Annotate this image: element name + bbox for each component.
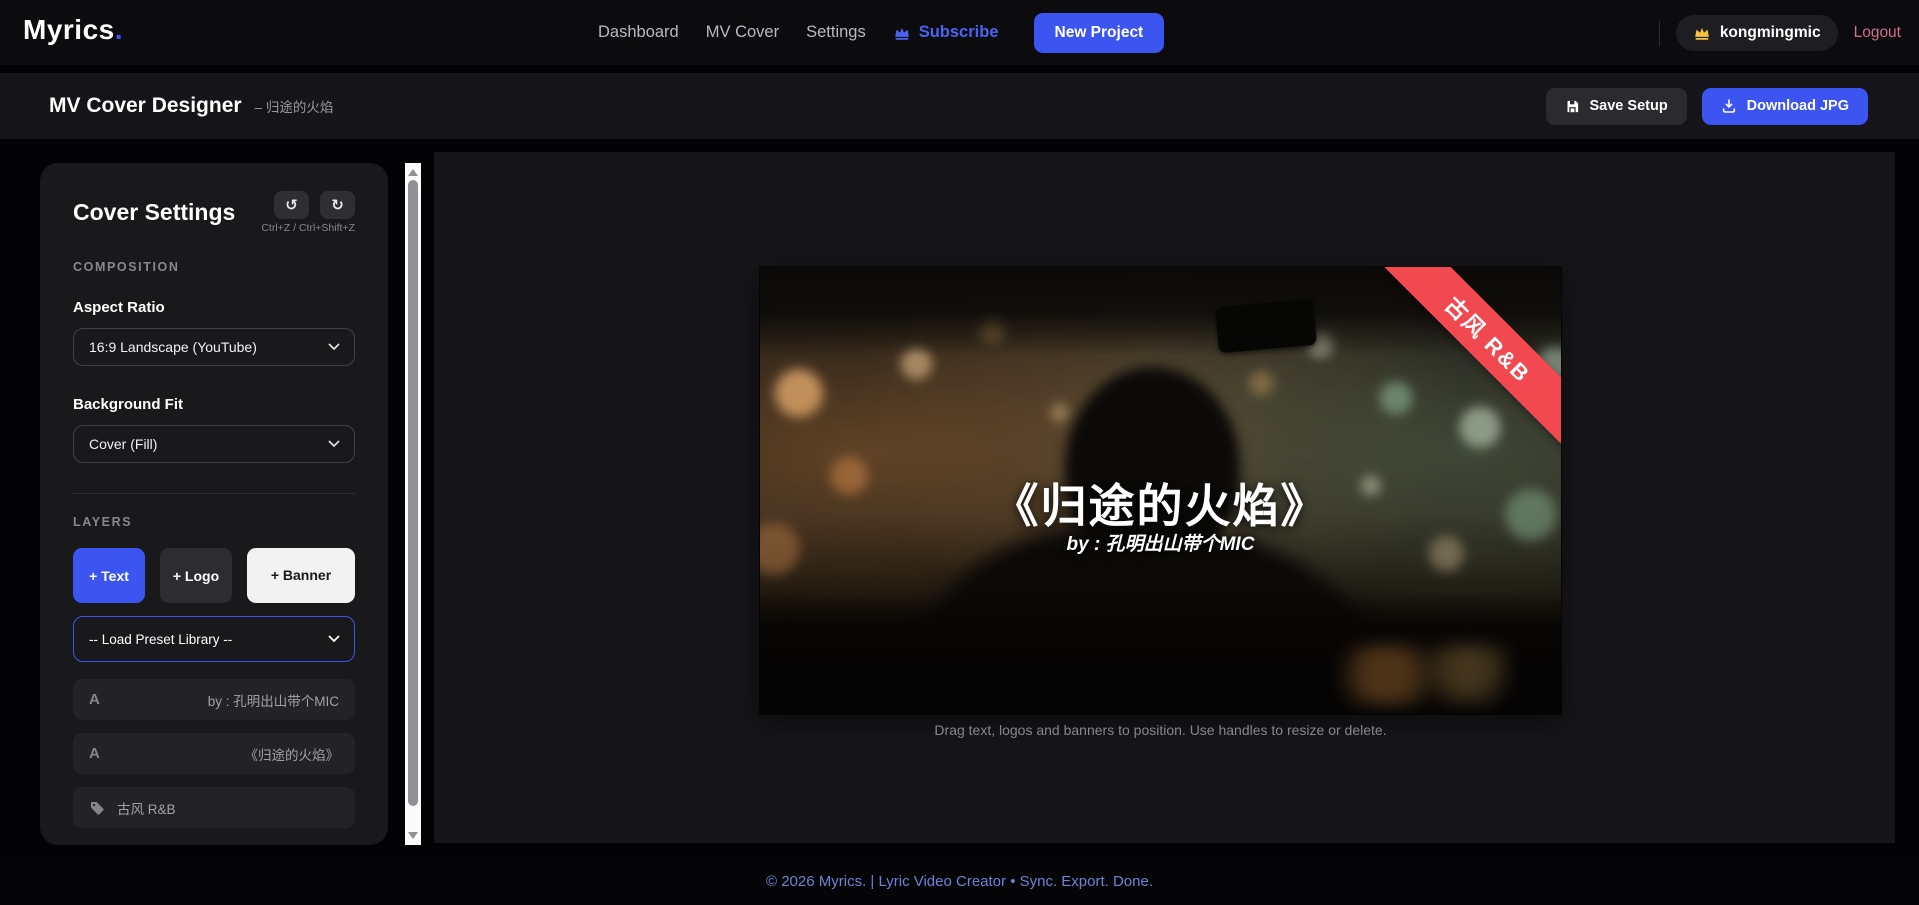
tag-icon xyxy=(89,800,105,816)
text-layer-icon: A xyxy=(89,691,100,708)
text-layer-icon: A xyxy=(89,745,100,762)
page-title: MV Cover Designer xyxy=(49,94,242,118)
cover-settings-panel: Cover Settings ↺ ↻ Ctrl+Z / Ctrl+Shift+Z… xyxy=(40,163,388,845)
cover-title-layer[interactable]: 《归途的火焰》 xyxy=(760,470,1561,536)
panel-title: Cover Settings xyxy=(73,191,235,234)
nav-item-settings[interactable]: Settings xyxy=(806,23,866,42)
nav-links: Dashboard MV Cover Settings Subscribe Ne… xyxy=(598,0,1164,65)
add-text-button[interactable]: + Text xyxy=(73,548,145,603)
composition-heading: COMPOSITION xyxy=(73,260,355,274)
background-fit-select[interactable]: Cover (Fill) xyxy=(73,425,355,463)
top-nav: Myrics. Dashboard MV Cover Settings Subs… xyxy=(0,0,1919,65)
chevron-down-icon xyxy=(328,635,340,643)
designer-toolbar: MV Cover Designer – 归途的火焰 Save Setup Dow… xyxy=(0,73,1919,139)
redo-icon: ↻ xyxy=(331,196,344,214)
history-controls: ↺ ↻ Ctrl+Z / Ctrl+Shift+Z xyxy=(261,191,355,234)
logout-link[interactable]: Logout xyxy=(1854,24,1901,42)
chevron-down-icon xyxy=(328,440,340,448)
aspect-ratio-label: Aspect Ratio xyxy=(73,299,355,316)
save-setup-label: Save Setup xyxy=(1590,98,1668,114)
download-icon xyxy=(1721,98,1737,114)
scroll-up-arrow[interactable] xyxy=(408,169,418,176)
layer-label: 古风 R&B xyxy=(117,798,176,818)
editor-area: 《归途的火焰》 by : 孔明出山带个MIC 古风 R&B Drag text,… xyxy=(434,152,1895,843)
layer-item-byline[interactable]: A by : 孔明出山带个MIC xyxy=(73,679,355,720)
save-setup-button[interactable]: Save Setup xyxy=(1546,88,1687,125)
nav-item-subscribe[interactable]: Subscribe xyxy=(893,23,999,42)
undo-icon: ↺ xyxy=(285,196,298,214)
chevron-down-icon xyxy=(328,343,340,351)
logo-dot: . xyxy=(115,14,123,45)
aspect-ratio-select[interactable]: 16:9 Landscape (YouTube) xyxy=(73,328,355,366)
background-fit-label: Background Fit xyxy=(73,396,355,413)
redo-button[interactable]: ↻ xyxy=(320,191,355,219)
section-divider xyxy=(73,493,355,494)
add-layer-buttons: + Text + Logo + Banner xyxy=(73,548,355,603)
cover-byline-layer[interactable]: by : 孔明出山带个MIC xyxy=(760,529,1561,556)
toolbar-buttons: Save Setup Download JPG xyxy=(1546,88,1869,125)
background-fit-value: Cover (Fill) xyxy=(89,436,157,452)
username: kongmingmic xyxy=(1720,24,1821,42)
panel-header: Cover Settings ↺ ↻ Ctrl+Z / Ctrl+Shift+Z xyxy=(73,191,355,234)
layer-item-banner[interactable]: 古风 R&B xyxy=(73,787,355,828)
nav-right: kongmingmic Logout xyxy=(1659,0,1901,65)
footer-text: © 2026 Myrics. | Lyric Video Creator • S… xyxy=(766,873,1153,890)
logo-text: Myrics xyxy=(23,14,115,45)
canvas-hint: Drag text, logos and banners to position… xyxy=(760,722,1561,738)
toolbar-title-group: MV Cover Designer – 归途的火焰 xyxy=(49,94,333,118)
preset-library-select[interactable]: -- Load Preset Library -- xyxy=(73,616,355,662)
layer-label: 《归途的火焰》 xyxy=(245,744,340,764)
undo-button[interactable]: ↺ xyxy=(274,191,309,219)
crown-icon xyxy=(1693,25,1711,41)
aspect-ratio-value: 16:9 Landscape (YouTube) xyxy=(89,339,257,355)
download-jpg-label: Download JPG xyxy=(1747,98,1849,114)
panel-scrollbar[interactable] xyxy=(405,163,421,845)
scrollbar-thumb[interactable] xyxy=(408,180,418,806)
nav-divider xyxy=(1659,20,1660,46)
nav-item-mv-cover[interactable]: MV Cover xyxy=(706,23,779,42)
add-logo-button[interactable]: + Logo xyxy=(160,548,232,603)
crown-icon xyxy=(893,25,911,41)
add-banner-button[interactable]: + Banner xyxy=(247,548,355,603)
layer-list: A by : 孔明出山带个MIC A 《归途的火焰》 古风 R&B xyxy=(73,679,355,828)
new-project-button[interactable]: New Project xyxy=(1034,13,1165,53)
rearview-mirror xyxy=(1215,299,1317,353)
layers-heading: LAYERS xyxy=(73,515,355,529)
app-logo[interactable]: Myrics. xyxy=(23,14,123,46)
preset-library-value: -- Load Preset Library -- xyxy=(89,632,232,647)
save-icon xyxy=(1565,99,1580,114)
nav-item-dashboard[interactable]: Dashboard xyxy=(598,23,679,42)
cover-canvas[interactable]: 《归途的火焰》 by : 孔明出山带个MIC 古风 R&B xyxy=(760,267,1561,714)
user-badge[interactable]: kongmingmic xyxy=(1676,15,1838,51)
project-subtitle: – 归途的火焰 xyxy=(255,96,334,116)
layer-item-title[interactable]: A 《归途的火焰》 xyxy=(73,733,355,774)
subscribe-label: Subscribe xyxy=(919,23,999,42)
dashboard-glow xyxy=(1333,645,1513,705)
scroll-down-arrow[interactable] xyxy=(408,832,418,839)
shortcut-hint: Ctrl+Z / Ctrl+Shift+Z xyxy=(261,222,355,234)
layer-label: by : 孔明出山带个MIC xyxy=(208,690,339,710)
footer: © 2026 Myrics. | Lyric Video Creator • S… xyxy=(0,857,1919,905)
download-jpg-button[interactable]: Download JPG xyxy=(1702,88,1868,125)
